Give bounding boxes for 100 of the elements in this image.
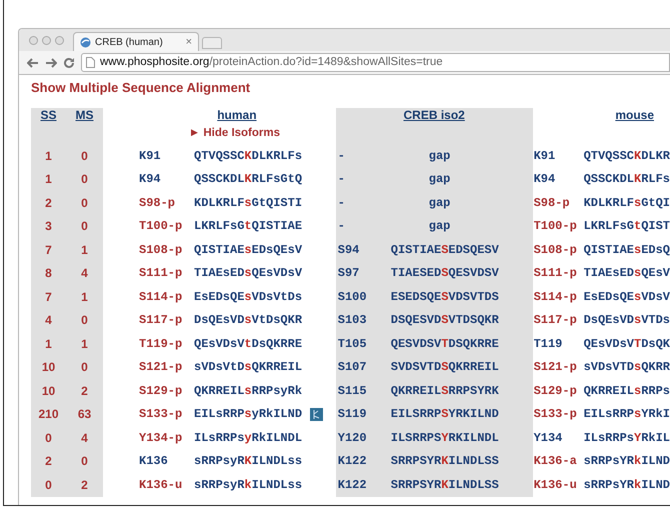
ms-count: 1 (81, 288, 88, 306)
ms-count: 1 (81, 336, 88, 353)
site-label: S119 (338, 407, 367, 422)
site-label: S97 (338, 266, 360, 280)
hide-isoforms-link[interactable]: ► Hide Isoforms (188, 125, 280, 143)
site-label: K91 (139, 148, 161, 163)
ms-count: 2 (81, 476, 88, 494)
column-header[interactable]: SS (40, 106, 56, 124)
sequence-text: QKRREILsRRPs (584, 382, 670, 400)
ss-count: 1 (45, 171, 52, 188)
site-label: S98-p (534, 196, 570, 210)
site-label: S114-p (139, 290, 182, 304)
site-label: S121-p (139, 360, 182, 374)
browser-tab[interactable]: CREB (human) × (73, 32, 199, 51)
ms-count: 0 (81, 359, 88, 376)
column-header[interactable]: human (217, 106, 257, 124)
sequence-text: QSSCKDLKRLFsGtQ (194, 171, 302, 188)
site-label: S133-p (139, 407, 182, 422)
site-label: S111-p (139, 266, 182, 280)
site-label: S107 (338, 360, 367, 374)
address-field[interactable]: www.phosphosite.org/proteinAction.do?id=1489&showAllSites=true (81, 53, 670, 72)
site-label: S115 (338, 384, 367, 398)
site-label: S100 (338, 290, 367, 304)
site-label: K136 (139, 454, 168, 468)
tab-close[interactable]: × (186, 34, 192, 50)
ms-count: 2 (81, 382, 88, 400)
sequence-text: ESEDSQESVDSVTDS (390, 288, 499, 306)
sequence-text: sRRPsyRkILNDLss (194, 476, 302, 494)
ms-count: 1 (81, 242, 88, 259)
sequence-text: QESVDSVTDSQKRRE (390, 336, 499, 353)
reload-icon[interactable] (63, 56, 75, 68)
sequence-text: ILSRRPSYRKILNDL (390, 430, 499, 447)
ss-count: 210 (38, 406, 59, 424)
site-label: S133-p (534, 407, 577, 422)
ss-count: 4 (45, 312, 52, 330)
ss-count: 0 (45, 476, 52, 494)
site-label: K122 (338, 454, 367, 468)
sequence-text: QKRREILsRRPsyRk (194, 382, 302, 400)
column-header[interactable]: MS (76, 106, 94, 124)
ms-count: 0 (81, 453, 88, 470)
ms-count: 0 (81, 218, 88, 236)
sequence-text: QISTIAEsEDsQEsV (194, 242, 302, 259)
site-label: T119-p (139, 336, 182, 351)
sequence-text: QISTIAEsEDsQ (584, 242, 670, 259)
sequence-text: QTVQSSCKDLKR (584, 148, 670, 165)
ms-count: 4 (81, 265, 88, 282)
ss-count: 1 (45, 336, 52, 353)
site-label: S94 (338, 242, 360, 257)
ms-count: 0 (81, 312, 88, 330)
site-label: S111-p (534, 266, 577, 280)
sequence-text: TIAEsEDsQEsVDsV (194, 265, 302, 282)
sequence-text: ILsRRPsYRkIL (584, 430, 670, 447)
gap-label: gap (428, 171, 450, 188)
ss-count: 10 (42, 382, 56, 400)
column-header[interactable]: CREB iso2 (403, 106, 465, 124)
site-label: Y134 (534, 430, 562, 445)
ss-count: 2 (45, 194, 52, 212)
site-label: S103 (338, 313, 367, 328)
sequence-text: EILsRRPsYRkI (584, 406, 670, 424)
gap-label: gap (428, 194, 450, 212)
sequence-text: QEsVDsVTDsQK (584, 336, 670, 353)
sequence-text: QKRREILSRRPSYRK (390, 382, 499, 400)
sequence-text: sRRPsYRkILND (584, 476, 670, 494)
page-title: Show Multiple Sequence Alignment (31, 79, 252, 96)
sequence-text: LKRLFsGtQISTIAE (194, 218, 302, 236)
gap-label: gap (428, 218, 450, 236)
page-icon (86, 57, 95, 68)
sequence-text: ILsRRPsyRkILNDL (194, 430, 302, 447)
site-label: K136-u (139, 478, 182, 492)
sequence-text: SRRPSYRKILNDLSS (390, 453, 499, 470)
gap-dash: - (338, 148, 345, 163)
ms-count: 4 (81, 430, 88, 447)
sequence-text: KDLKRLFsGtQISTI (194, 194, 302, 212)
ms-count: 0 (81, 171, 88, 188)
gap-dash: - (338, 219, 345, 234)
ms-count: 0 (81, 194, 88, 212)
ss-count: 7 (45, 242, 52, 259)
ss-count: 10 (42, 359, 56, 376)
sequence-text: QISTIAESEDSQESV (390, 242, 499, 259)
column-header[interactable]: mouse (615, 106, 654, 124)
globe-icon (80, 36, 91, 48)
ss-count: 7 (45, 288, 52, 306)
back-icon[interactable] (27, 58, 39, 68)
sequence-text: LKRLFsGtQIST (584, 218, 670, 236)
site-label: Y120 (338, 430, 367, 445)
ss-count: 8 (45, 265, 52, 282)
sequence-text: sVDsVtDsQKRREIL (194, 359, 302, 376)
sequence-text: EsEDsQEsVDsVtDs (194, 288, 302, 306)
sequence-text: QEsVDsVtDsQKRRE (194, 336, 302, 353)
site-label: K136-u (534, 478, 577, 492)
ss-count: 0 (45, 430, 52, 447)
forward-icon[interactable] (45, 58, 57, 68)
site-label: S114-p (534, 290, 577, 304)
structure-icon[interactable] (310, 408, 324, 421)
site-label: S121-p (534, 360, 577, 374)
site-label: S129-p (139, 384, 182, 398)
ss-count: 2 (45, 453, 52, 470)
site-label: S108-p (139, 242, 182, 257)
site-label: K94 (534, 172, 556, 186)
site-label: Y134-p (139, 430, 182, 445)
